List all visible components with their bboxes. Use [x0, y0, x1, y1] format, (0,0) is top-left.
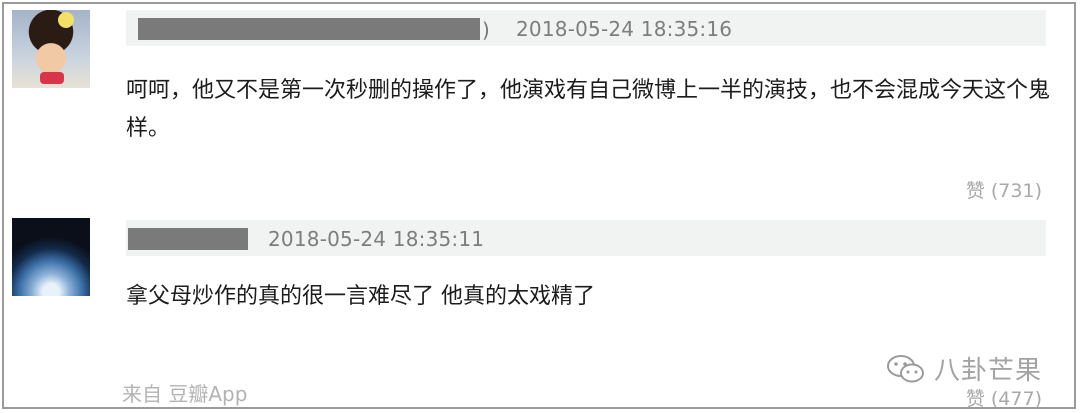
comment-text: 拿父母炒作的真的很一言难尽了 他真的太戏精了 — [126, 284, 595, 309]
comment-timestamp: 2018-05-24 18:35:16 — [516, 17, 733, 41]
avatar[interactable] — [12, 218, 90, 296]
like-button[interactable]: 赞 (731) — [966, 176, 1042, 203]
comment-meta: 2018-05-24 18:35:11 — [126, 220, 1046, 256]
comment-meta: ) 2018-05-24 18:35:16 — [126, 10, 1046, 46]
comment-item: ) 2018-05-24 18:35:16 呵呵，他又不是第一次秒删的操作了，他… — [4, 4, 1074, 210]
bow-accessory — [40, 72, 64, 84]
comment-source: 来自 豆瓣App — [122, 382, 248, 406]
username-paren: ) — [482, 18, 490, 42]
comment-text: 呵呵，他又不是第一次秒删的操作了，他演戏有自己微博上一半的演技，也不会混成今天这… — [126, 78, 1051, 141]
watermark: 八卦芒果 — [886, 350, 1042, 387]
avatar[interactable] — [12, 10, 90, 88]
comment-item: 2018-05-24 18:35:11 拿父母炒作的真的很一言难尽了 他真的太戏… — [4, 210, 1074, 407]
username-redacted[interactable] — [138, 18, 480, 40]
flower-accessory — [58, 12, 74, 28]
wechat-icon — [886, 353, 926, 385]
like-button[interactable]: 赞 (477) — [966, 384, 1042, 407]
comment-timestamp: 2018-05-24 18:35:11 — [268, 227, 485, 251]
comment-list: ) 2018-05-24 18:35:16 呵呵，他又不是第一次秒删的操作了，他… — [2, 2, 1076, 409]
username-redacted[interactable] — [128, 228, 248, 250]
watermark-text: 八卦芒果 — [933, 356, 1042, 386]
